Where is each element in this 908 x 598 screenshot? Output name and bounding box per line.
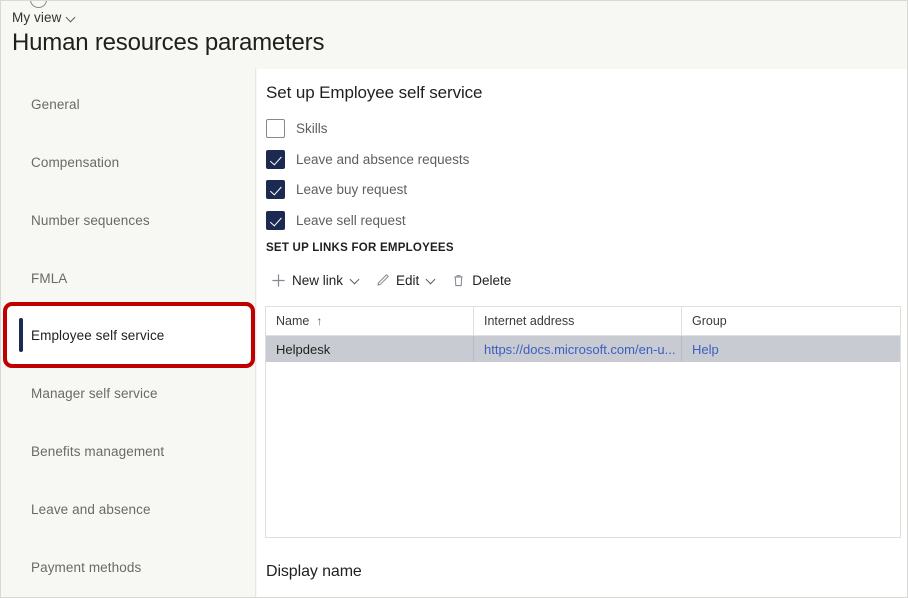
- sidebar-item-compensation[interactable]: Compensation: [1, 146, 255, 178]
- sidebar-item-payment-methods[interactable]: Payment methods: [1, 551, 255, 583]
- column-header-label: Name: [276, 314, 310, 328]
- grid-toolbar: New link Edit Delete: [266, 268, 520, 292]
- column-header-label: Internet address: [484, 314, 575, 328]
- sidebar-item-label: Compensation: [31, 154, 120, 170]
- column-header-group[interactable]: Group: [682, 307, 890, 335]
- display-name-label: Display name: [266, 563, 362, 580]
- checkbox-row-leave-and-absence-requests[interactable]: Leave and absence requests: [266, 150, 469, 169]
- main-content-panel: Set up Employee self service Skills Leav…: [257, 69, 907, 597]
- links-grid: Name ↑ Internet address Group Helpdesk h…: [265, 306, 901, 538]
- column-header-label: Group: [692, 314, 727, 328]
- chevron-down-icon[interactable]: [351, 275, 361, 285]
- section-title: Set up Employee self service: [266, 83, 483, 102]
- sidebar-item-manager-self-service[interactable]: Manager self service: [1, 377, 255, 409]
- sidebar-item-number-sequences[interactable]: Number sequences: [1, 204, 255, 236]
- delete-label: Delete: [472, 272, 512, 288]
- pencil-icon: [374, 272, 390, 288]
- sidebar-item-label: FMLA: [31, 270, 68, 286]
- sidebar-item-employee-self-service[interactable]: Employee self service: [7, 306, 250, 364]
- page-header: My view Human resources parameters: [1, 1, 907, 68]
- checkbox-row-leave-buy-request[interactable]: Leave buy request: [266, 180, 407, 199]
- sidebar-item-label: Number sequences: [31, 212, 150, 228]
- table-row[interactable]: Helpdesk https://docs.microsoft.com/en-u…: [266, 336, 900, 362]
- sidebar-item-fmla[interactable]: FMLA: [1, 262, 255, 294]
- sidebar-item-leave-and-absence[interactable]: Leave and absence: [1, 493, 255, 525]
- view-selector[interactable]: My view: [12, 10, 76, 25]
- partial-circle-icon: [30, 1, 47, 8]
- column-header-internet-address[interactable]: Internet address: [474, 307, 682, 335]
- sidebar-item-label: Manager self service: [31, 385, 158, 401]
- checkbox-skills[interactable]: [266, 119, 285, 138]
- new-link-label: New link: [292, 272, 344, 288]
- column-header-name[interactable]: Name ↑: [266, 307, 474, 335]
- sidebar-item-general[interactable]: General: [1, 88, 255, 120]
- cell-internet-address[interactable]: https://docs.microsoft.com/en-u...: [474, 336, 682, 362]
- checkbox-label: Leave buy request: [296, 182, 408, 197]
- view-selector-label: My view: [12, 10, 62, 25]
- new-link-button[interactable]: New link: [266, 268, 370, 292]
- sidebar-item-benefits-management[interactable]: Benefits management: [1, 435, 255, 467]
- sidebar-item-label: Payment methods: [31, 559, 142, 575]
- edit-label: Edit: [396, 272, 420, 288]
- checkbox-leave-sell-request[interactable]: [266, 211, 285, 230]
- app-window: My view Human resources parameters Gener…: [0, 0, 908, 598]
- cell-group[interactable]: Help: [682, 336, 890, 362]
- page-title: Human resources parameters: [12, 29, 325, 56]
- sidebar-nav: General Compensation Number sequences FM…: [1, 68, 256, 597]
- checkbox-row-skills[interactable]: Skills: [266, 119, 328, 138]
- checkbox-label: Skills: [296, 121, 328, 136]
- cell-name[interactable]: Helpdesk: [266, 336, 474, 362]
- delete-button[interactable]: Delete: [446, 268, 520, 292]
- edit-button[interactable]: Edit: [370, 268, 446, 292]
- checkbox-leave-and-absence-requests[interactable]: [266, 150, 285, 169]
- trash-icon: [450, 272, 466, 288]
- sidebar-item-label: Employee self service: [31, 327, 165, 343]
- grid-header-row: Name ↑ Internet address Group: [266, 307, 900, 336]
- chevron-down-icon[interactable]: [427, 275, 437, 285]
- sidebar-item-label: General: [31, 96, 80, 112]
- selection-indicator-bar: [19, 318, 23, 352]
- sidebar-item-label: Benefits management: [31, 443, 165, 459]
- links-section-caption: SET UP LINKS FOR EMPLOYEES: [266, 242, 454, 254]
- checkbox-leave-buy-request[interactable]: [266, 180, 285, 199]
- chevron-down-icon: [67, 13, 76, 22]
- plus-icon: [270, 272, 286, 288]
- checkbox-row-leave-sell-request[interactable]: Leave sell request: [266, 211, 406, 230]
- checkbox-label: Leave and absence requests: [296, 152, 470, 167]
- sort-ascending-icon: ↑: [316, 314, 323, 328]
- sidebar-item-label: Leave and absence: [31, 501, 151, 517]
- checkbox-label: Leave sell request: [296, 213, 406, 228]
